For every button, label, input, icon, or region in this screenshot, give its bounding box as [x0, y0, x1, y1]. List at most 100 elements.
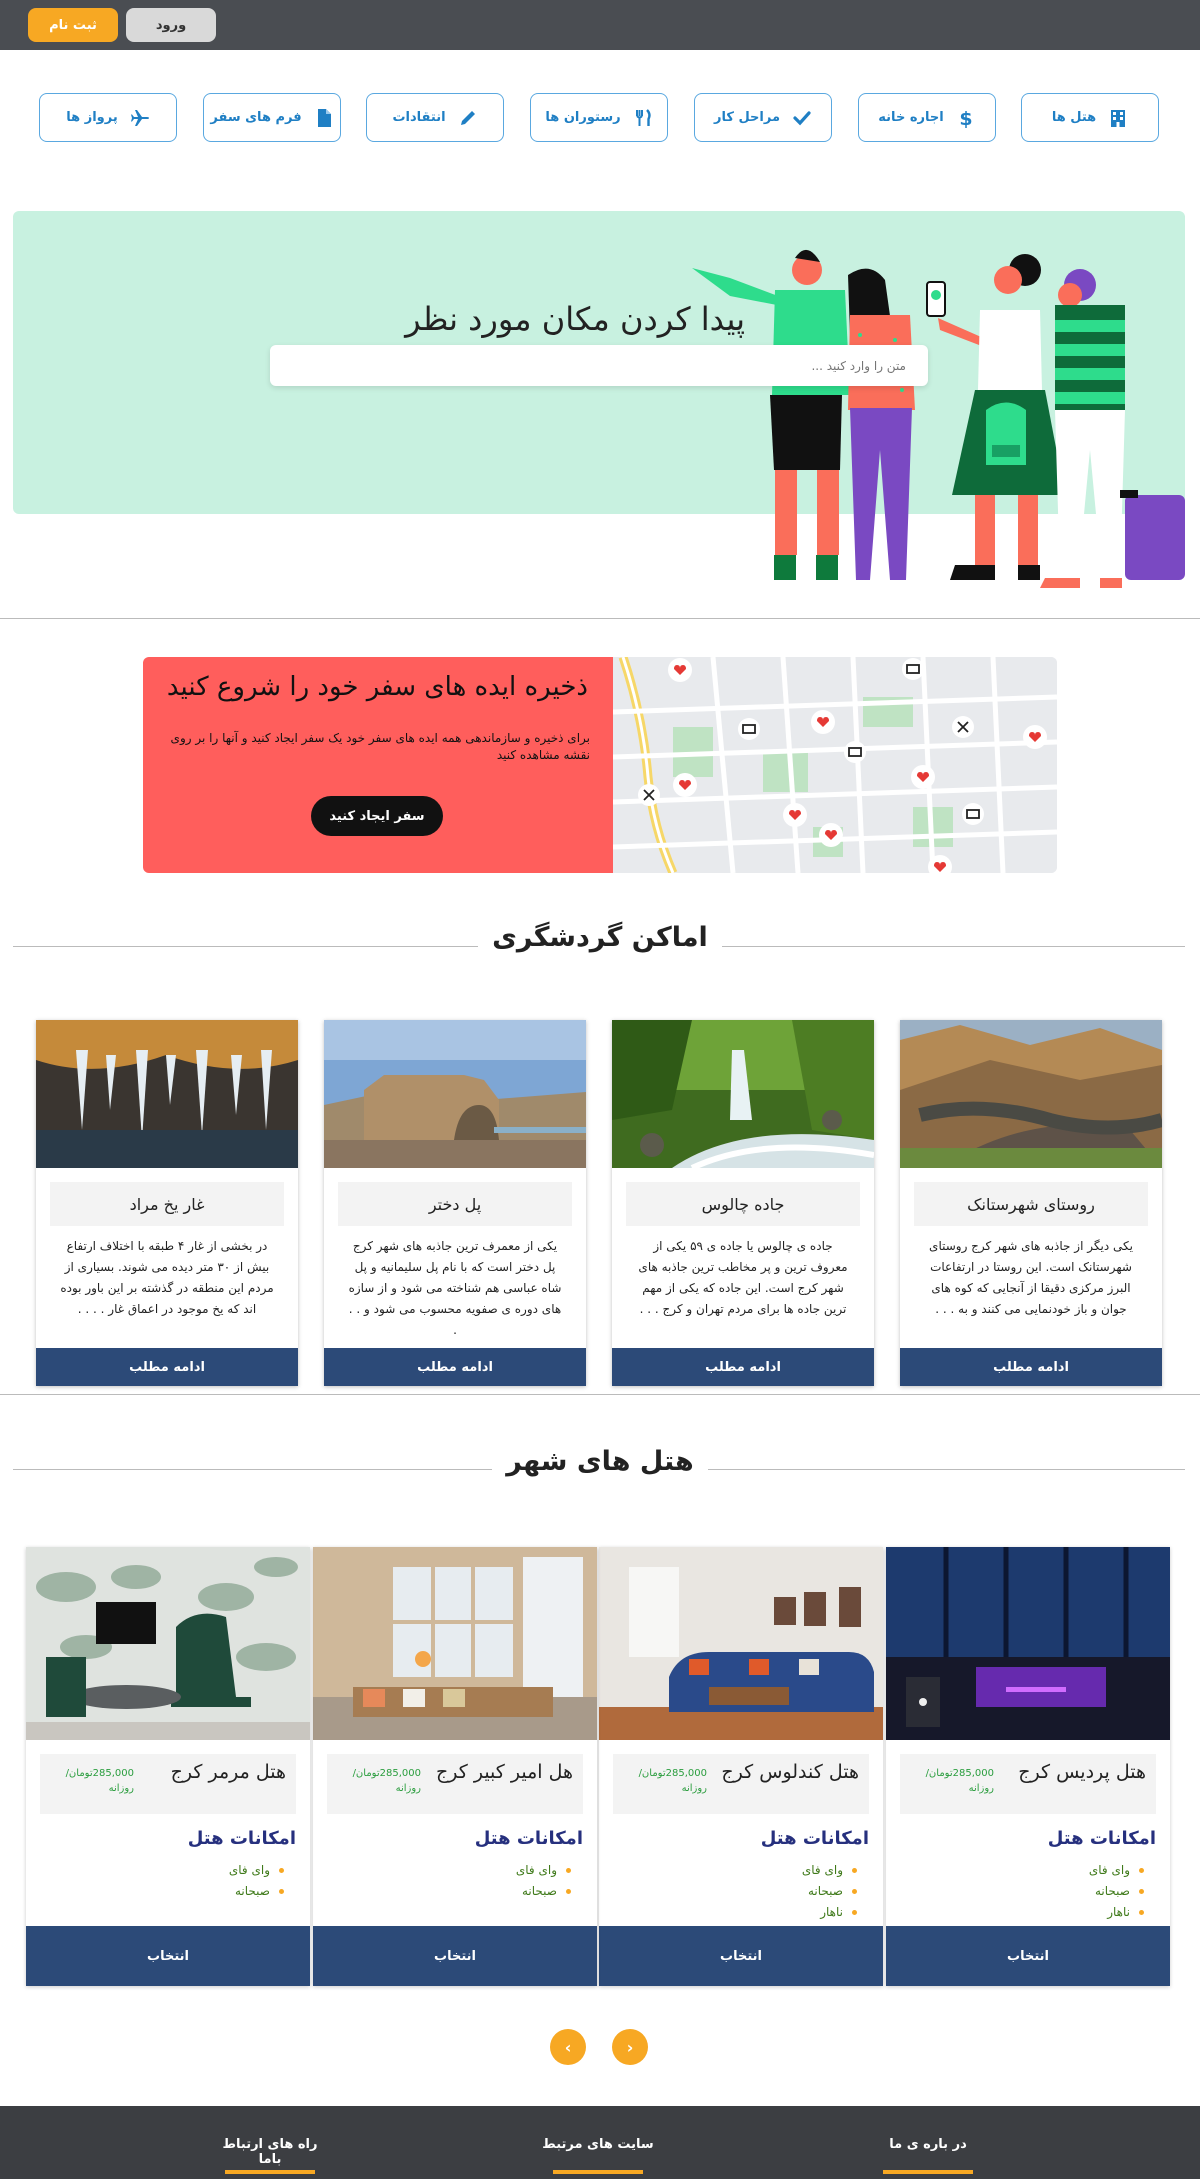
- place-image: [324, 1020, 586, 1168]
- place-image: [36, 1020, 298, 1168]
- select-button[interactable]: انتخاب: [886, 1926, 1170, 1986]
- pencil-icon: [458, 108, 478, 128]
- place-card: روستای شهرستانک یکی دیگر از جاذبه های شه…: [900, 1020, 1162, 1386]
- read-more-button[interactable]: ادامه مطلب: [324, 1348, 586, 1386]
- hotel-name: هتل کندلوس کرج: [721, 1761, 859, 1783]
- category-label: هتل ها: [1051, 110, 1097, 125]
- carousel-next-button[interactable]: ›: [612, 2029, 648, 2065]
- category-label: پرواز ها: [66, 110, 118, 125]
- select-button[interactable]: انتخاب: [599, 1926, 883, 1986]
- login-button[interactable]: ورود: [126, 8, 216, 42]
- hotel-header: هتل پردیس کرج 285,000تومان/ روزانه: [900, 1754, 1156, 1814]
- facilities-list: وای فای صبحانه ناهار: [802, 1860, 858, 1923]
- hotels-section-title: هتل های شهر: [0, 1446, 1200, 1477]
- select-button[interactable]: انتخاب: [26, 1926, 310, 1986]
- category-rent[interactable]: $ اجاره خانه: [858, 93, 996, 142]
- create-trip-button[interactable]: سفر ایجاد کنید: [311, 796, 443, 836]
- facility-item: وای فای: [1089, 1860, 1145, 1881]
- footer-contact-heading: راه های ارتباط باما: [222, 2137, 318, 2167]
- footer-underline: [553, 2170, 643, 2174]
- place-card: جاده چالوس جاده ی چالوس یا جاده ی ۵۹ یکی…: [612, 1020, 874, 1386]
- place-image: [900, 1020, 1162, 1168]
- dollar-icon: $: [956, 108, 976, 128]
- hotel-card: هل امیر کبیر کرج 285,000تومان/ روزانه ام…: [313, 1547, 597, 1986]
- hotel-price: 285,000تومان/ روزانه: [925, 1768, 994, 1794]
- facilities-title: امکانات هتل: [760, 1828, 869, 1849]
- read-more-button[interactable]: ادامه مطلب: [36, 1348, 298, 1386]
- place-card: پل دختر یکی از معمرف ترین جاذبه های شهر …: [324, 1020, 586, 1386]
- hotel-name: هتل پردیس کرج: [1018, 1761, 1146, 1783]
- place-description: یکی از معمرف ترین جاذبه های شهر کرج پل د…: [348, 1239, 562, 1337]
- facility-item: صبحانه: [229, 1881, 285, 1902]
- place-card: غار یخ مراد در بخشی از غار ۴ طبقه با اخت…: [36, 1020, 298, 1386]
- facility-item: صبحانه: [802, 1881, 858, 1902]
- svg-text:$: $: [959, 108, 972, 128]
- check-icon: [792, 108, 812, 128]
- trip-ideas-description: برای ذخیره و سازماندهی همه ایده های سفر …: [170, 731, 590, 762]
- hotel-price: 285,000تومان/ روزانه: [65, 1768, 134, 1794]
- hotel-price: 285,000تومان/ روزانه: [352, 1768, 421, 1794]
- hotel-image: [886, 1547, 1170, 1740]
- place-image: [612, 1020, 874, 1168]
- place-name: روستای شهرستانک: [914, 1182, 1148, 1226]
- hotel-card: هتل مرمر کرج 285,000تومان/ روزانه امکانا…: [26, 1547, 310, 1986]
- facility-item: صبحانه: [516, 1881, 572, 1902]
- hotel-name: هتل مرمر کرج: [170, 1761, 286, 1783]
- divider: [0, 1394, 1200, 1395]
- read-more-button[interactable]: ادامه مطلب: [900, 1348, 1162, 1386]
- map-image: [613, 657, 1057, 873]
- hotel-image: [599, 1547, 883, 1740]
- building-icon: [1108, 108, 1128, 128]
- select-button[interactable]: انتخاب: [313, 1926, 597, 1986]
- category-travel-forms[interactable]: فرم های سفر: [203, 93, 341, 142]
- place-description: در بخشی از غار ۴ طبقه با اختلاف ارتفاع ب…: [60, 1239, 274, 1316]
- category-label: فرم های سفر: [210, 110, 302, 125]
- hotel-header: هتل مرمر کرج 285,000تومان/ روزانه: [40, 1754, 296, 1814]
- search-input[interactable]: [270, 345, 928, 386]
- facilities-title: امکانات هتل: [187, 1828, 296, 1849]
- chevron-left-icon: ‹: [564, 2037, 572, 2057]
- trip-ideas-title: ذخیره ایده های سفر خود را شروع کنید: [166, 672, 588, 702]
- facilities-title: امکانات هتل: [474, 1828, 583, 1849]
- hotel-card: هتل کندلوس کرج 285,000تومان/ روزانه امکا…: [599, 1547, 883, 1986]
- hotel-header: هتل کندلوس کرج 285,000تومان/ روزانه: [613, 1754, 869, 1814]
- footer-related-heading: سایت های مرتبط: [542, 2137, 654, 2152]
- category-steps[interactable]: مراحل کار: [694, 93, 832, 142]
- category-label: انتقادات: [392, 110, 446, 125]
- divider: [0, 618, 1200, 619]
- place-name: جاده چالوس: [626, 1182, 860, 1226]
- hotel-image: [313, 1547, 597, 1740]
- footer-about-heading: در باره ی ما: [889, 2137, 967, 2152]
- place-description: یکی دیگر از جاذبه های شهر کرج روستای شهر…: [929, 1239, 1133, 1316]
- category-label: اجاره خانه: [878, 110, 944, 125]
- signup-button[interactable]: ثبت نام: [28, 8, 118, 42]
- facility-item: ناهار: [802, 1902, 858, 1923]
- facility-item: وای فای: [229, 1860, 285, 1881]
- facility-item: صبحانه: [1089, 1881, 1145, 1902]
- category-hotels[interactable]: هتل ها: [1021, 93, 1159, 142]
- facilities-list: وای فای صبحانه ناهار: [1089, 1860, 1145, 1923]
- plane-icon: [130, 108, 150, 128]
- top-bar: ثبت نام ورود: [0, 0, 1200, 50]
- hotel-header: هل امیر کبیر کرج 285,000تومان/ روزانه: [327, 1754, 583, 1814]
- carousel-prev-button[interactable]: ‹: [550, 2029, 586, 2065]
- category-restaurants[interactable]: رستوران ها: [530, 93, 668, 142]
- facility-item: ناهار: [1089, 1902, 1145, 1923]
- place-description: جاده ی چالوس یا جاده ی ۵۹ یکی از معروف ت…: [638, 1239, 848, 1316]
- hotel-name: هل امیر کبیر کرج: [436, 1761, 573, 1783]
- facility-item: وای فای: [802, 1860, 858, 1881]
- places-section-title: اماکن گردشگری: [0, 922, 1200, 953]
- chevron-right-icon: ›: [626, 2037, 634, 2057]
- category-flights[interactable]: پرواز ها: [39, 93, 177, 142]
- category-label: مراحل کار: [714, 110, 781, 125]
- hotel-price: 285,000تومان/ روزانه: [638, 1768, 707, 1794]
- travelers-illustration: [670, 240, 1190, 590]
- place-name: غار یخ مراد: [50, 1182, 284, 1226]
- facilities-list: وای فای صبحانه: [516, 1860, 572, 1902]
- facilities-list: وای فای صبحانه: [229, 1860, 285, 1902]
- read-more-button[interactable]: ادامه مطلب: [612, 1348, 874, 1386]
- category-reviews[interactable]: انتقادات: [366, 93, 504, 142]
- place-name: پل دختر: [338, 1182, 572, 1226]
- footer-underline: [225, 2170, 315, 2174]
- hotel-image: [26, 1547, 310, 1740]
